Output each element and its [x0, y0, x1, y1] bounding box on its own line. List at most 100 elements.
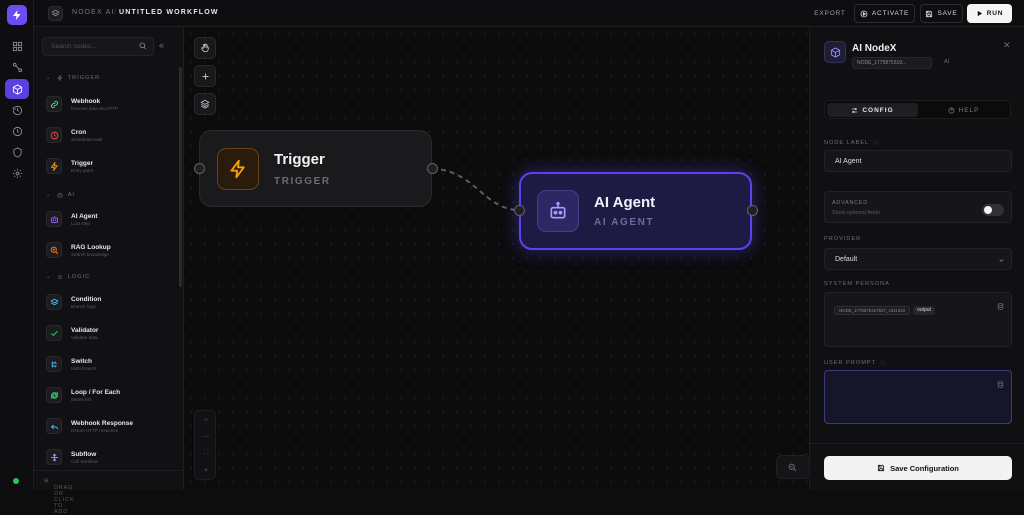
lock-icon[interactable]: ▴	[195, 465, 217, 473]
search-input[interactable]	[51, 38, 131, 55]
workflow-canvas[interactable]: Trigger TRIGGER AI Agent AI AGENT + — ⛶ …	[184, 27, 809, 490]
info-icon: ⓘ	[880, 361, 887, 367]
palette-item-loop[interactable]: Loop / For Each Iterate list	[46, 383, 174, 407]
item-name: Validator	[71, 326, 99, 334]
variable-chip-node[interactable]: NODE_1775875317827_4311343	[834, 306, 911, 315]
export-button[interactable]: EXPORT	[810, 4, 850, 23]
save-label: SAVE	[937, 10, 958, 17]
palette-item-subflow[interactable]: Subflow Call workflow	[46, 445, 174, 469]
zoom-controls: + — ⛶ ▴	[194, 410, 216, 480]
minimap-toggle[interactable]	[776, 455, 809, 479]
database-icon[interactable]	[997, 303, 1004, 310]
item-desc: Return HTTP response	[71, 427, 119, 433]
node-subtitle: TRIGGER	[274, 176, 331, 187]
settings-gear-icon[interactable]	[6, 163, 28, 183]
advanced-toggle[interactable]	[982, 204, 1004, 216]
inspector-panel: AI NodeX NODE_1775875319... · AI ✕ CONFI…	[809, 27, 1024, 490]
schedule-icon[interactable]	[6, 121, 28, 141]
save-config-label: Save Configuration	[890, 463, 959, 473]
connections-icon[interactable]	[6, 57, 28, 77]
collapse-panel-icon[interactable]: «	[159, 40, 164, 50]
palette-item-switch[interactable]: Switch Multi-branch	[46, 352, 174, 376]
link-icon	[46, 96, 62, 112]
system-persona-label: SYSTEM PERSONA	[824, 281, 890, 287]
node-ai-agent[interactable]: AI Agent AI AGENT	[519, 172, 752, 250]
item-name: RAG Lookup	[71, 243, 111, 251]
section-ai[interactable]: ⌄ AI	[46, 192, 75, 198]
robot-icon	[537, 190, 579, 232]
item-name: Trigger	[71, 159, 94, 167]
agent-input-handle[interactable]	[514, 205, 525, 216]
palette-scrollbar[interactable]	[179, 67, 182, 287]
bolt-icon	[57, 75, 63, 81]
divider	[810, 443, 1024, 444]
help-circle-icon	[948, 107, 954, 113]
sliders-icon	[852, 107, 858, 113]
loop-icon	[46, 387, 62, 403]
app-logo-icon[interactable]	[7, 5, 27, 25]
provider-select[interactable]: Default	[824, 248, 1012, 270]
search-box[interactable]	[42, 37, 154, 56]
breadcrumb-separator: /	[114, 9, 116, 16]
activate-label: ACTIVATE	[871, 10, 910, 17]
item-name: Webhook Response	[71, 419, 134, 427]
run-button[interactable]: RUN	[967, 4, 1012, 23]
trigger-output-handle[interactable]	[427, 163, 438, 174]
tab-label: CONFIG	[862, 106, 894, 114]
check-icon	[46, 325, 62, 341]
info-icon: ⓘ	[873, 141, 880, 147]
section-trigger[interactable]: ⌄ TRIGGER	[46, 75, 100, 81]
bolt-icon	[217, 148, 259, 190]
fit-view-icon[interactable]: ⛶	[195, 449, 217, 457]
top-bar: NODEX AI / UNTITLED WORKFLOW EXPORT ACTI…	[34, 0, 1024, 27]
palette-item-condition[interactable]: Condition Branch logic	[46, 290, 174, 314]
dashboard-icon[interactable]	[6, 36, 28, 56]
save-icon	[878, 464, 885, 472]
tab-config[interactable]: CONFIG	[827, 103, 918, 117]
variable-chip-field[interactable]: output	[913, 306, 935, 315]
database-icon[interactable]	[997, 381, 1004, 388]
shield-icon[interactable]	[6, 142, 28, 162]
item-name: Subflow	[71, 450, 97, 458]
switch-icon	[46, 356, 62, 372]
palette-item-ai-agent[interactable]: AI Agent LLM step	[46, 207, 174, 231]
export-label: EXPORT	[814, 10, 846, 17]
section-label: TRIGGER	[67, 75, 101, 81]
user-prompt-textarea[interactable]	[824, 370, 1012, 424]
palette-item-cron[interactable]: Cron Scheduled task	[46, 123, 174, 147]
item-name: Cron	[71, 128, 87, 136]
palette-item-trigger[interactable]: Trigger Entry point	[46, 154, 174, 178]
close-icon[interactable]: ✕	[1003, 40, 1011, 51]
section-logic[interactable]: ⌄ LOGIC	[46, 274, 90, 280]
user-prompt-label: USER PROMPT ⓘ	[824, 359, 887, 367]
node-id-badge[interactable]: NODE_1775875319...	[852, 57, 932, 69]
agent-output-handle[interactable]	[747, 205, 758, 216]
tab-help[interactable]: HELP	[918, 103, 1009, 117]
input-value: AI Agent	[835, 158, 862, 165]
tab-label: HELP	[958, 106, 980, 114]
activate-button[interactable]: ACTIVATE	[854, 4, 915, 23]
palette-item-webhook[interactable]: Webhook Receive data via HTTP	[46, 92, 174, 116]
label-text: PROVIDER	[824, 236, 862, 242]
zoom-out-icon[interactable]: —	[195, 433, 217, 440]
workflow-title[interactable]: UNTITLED WORKFLOW	[119, 9, 219, 16]
workflows-icon[interactable]	[5, 79, 29, 99]
save-button[interactable]: SAVE	[920, 4, 963, 23]
system-persona-textarea[interactable]: NODE_1775875317827_4311343 output	[824, 292, 1012, 347]
node-label-input[interactable]: AI Agent	[824, 150, 1012, 172]
node-trigger[interactable]: Trigger TRIGGER	[199, 130, 432, 207]
chevron-down-icon: ⌄	[46, 274, 52, 280]
zoom-in-icon[interactable]: +	[195, 417, 217, 424]
save-configuration-button[interactable]: Save Configuration	[824, 456, 1012, 480]
palette-item-rag-lookup[interactable]: RAG Lookup Search knowledge	[46, 238, 174, 262]
palette-hint: ⊞ DRAG OR CLICK TO ADD	[44, 478, 75, 515]
inspector-tabs: CONFIG HELP	[824, 100, 1011, 119]
palette-item-validator[interactable]: Validator Validate data	[46, 321, 174, 345]
item-desc: Receive data via HTTP	[71, 105, 119, 111]
item-desc: Validate data	[71, 334, 98, 340]
history-icon[interactable]	[6, 100, 28, 120]
select-value: Default	[835, 256, 858, 263]
palette-item-webhook-response[interactable]: Webhook Response Return HTTP response	[46, 414, 174, 438]
label-text: SYSTEM PERSONA	[824, 281, 890, 287]
trigger-input-handle[interactable]	[194, 163, 205, 174]
